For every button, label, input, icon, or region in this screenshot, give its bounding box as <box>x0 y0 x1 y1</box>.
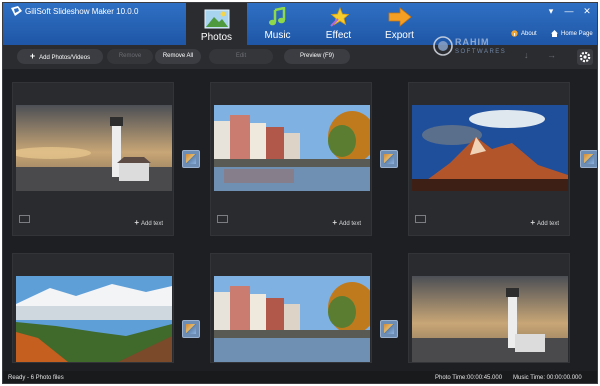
photo-grid: + Add text + Add text + Add text <box>3 69 597 371</box>
export-arrow-icon <box>388 7 412 27</box>
minimize-button[interactable]: — <box>563 6 575 16</box>
remove-all-button[interactable]: Remove All <box>155 49 201 64</box>
status-bar: Ready - 6 Photo files Photo Time:00:00:4… <box>3 371 597 383</box>
add-photos-button[interactable]: + Add Photos/Videos <box>17 49 103 64</box>
tab-effect-label: Effect <box>325 30 352 41</box>
app-window: GiliSoft Slideshow Maker 10.0.0 Photos M… <box>2 2 598 384</box>
main-tabs: Photos Music Effect Export <box>186 3 430 45</box>
music-time: Music Time: 00:00:00.000 <box>513 375 582 381</box>
remove-button[interactable]: Remove <box>107 49 153 64</box>
transition-icon[interactable] <box>380 320 398 338</box>
music-note-icon <box>269 7 286 26</box>
app-logo-icon <box>11 6 22 16</box>
transition-icon[interactable] <box>580 150 597 168</box>
tab-music-label: Music <box>264 30 291 41</box>
image-type-icon <box>415 215 426 223</box>
photo-card[interactable] <box>408 253 570 363</box>
photo-card[interactable] <box>12 253 174 363</box>
add-text-button[interactable]: + Add text <box>332 218 361 227</box>
watermark-name: RAHIM <box>455 37 490 47</box>
photo-card[interactable]: + Add text <box>408 82 570 236</box>
add-text-label: Add text <box>338 221 361 227</box>
home-icon <box>551 30 558 37</box>
magic-star-icon <box>330 7 350 27</box>
photo-thumbnail <box>214 105 370 191</box>
image-type-icon <box>217 215 228 223</box>
settings-gear-icon[interactable] <box>577 49 593 65</box>
home-page-link[interactable]: Home Page <box>551 30 593 37</box>
photo-thumbnail <box>214 276 370 362</box>
transition-icon[interactable] <box>182 150 200 168</box>
status-ready: Ready - 6 Photo files <box>8 375 64 381</box>
menu-dropdown-button[interactable]: ▾ <box>545 6 557 17</box>
photo-thumbnail <box>16 276 172 362</box>
home-page-link-label: Home Page <box>561 30 593 37</box>
watermark-logo-icon <box>433 36 453 56</box>
add-text-button[interactable]: + Add text <box>134 218 163 227</box>
tab-photos[interactable]: Photos <box>186 3 247 45</box>
close-button[interactable]: ✕ <box>581 6 593 17</box>
photos-icon <box>204 9 230 29</box>
add-photos-label: Add Photos/Videos <box>39 55 91 61</box>
photo-card[interactable]: + Add text <box>210 82 372 236</box>
tab-music[interactable]: Music <box>247 3 308 45</box>
image-type-icon <box>19 215 30 223</box>
edit-button[interactable]: Edit <box>209 49 273 64</box>
photo-card[interactable]: + Add text <box>12 82 174 236</box>
watermark-sub: SOFTWARES <box>455 49 507 55</box>
move-right-arrow-icon[interactable]: → <box>547 50 556 60</box>
photo-time: Photo Time:00:00:45.000 <box>435 375 503 381</box>
transition-icon[interactable] <box>182 320 200 338</box>
tab-export[interactable]: Export <box>369 3 430 45</box>
add-text-label: Add text <box>140 221 163 227</box>
photo-thumbnail <box>412 276 568 362</box>
add-text-label: Add text <box>536 221 559 227</box>
plus-icon: + <box>29 51 36 61</box>
watermark: RAHIM SOFTWARES <box>433 31 543 71</box>
tab-export-label: Export <box>385 30 414 41</box>
photo-thumbnail <box>412 105 568 191</box>
tab-effect[interactable]: Effect <box>308 3 369 45</box>
app-title: GiliSoft Slideshow Maker 10.0.0 <box>25 7 139 16</box>
photo-card[interactable] <box>210 253 372 363</box>
photo-thumbnail <box>16 105 172 191</box>
tab-photos-label: Photos <box>200 32 233 43</box>
add-text-button[interactable]: + Add text <box>530 218 559 227</box>
transition-icon[interactable] <box>380 150 398 168</box>
preview-button[interactable]: Preview (F9) <box>284 49 350 64</box>
